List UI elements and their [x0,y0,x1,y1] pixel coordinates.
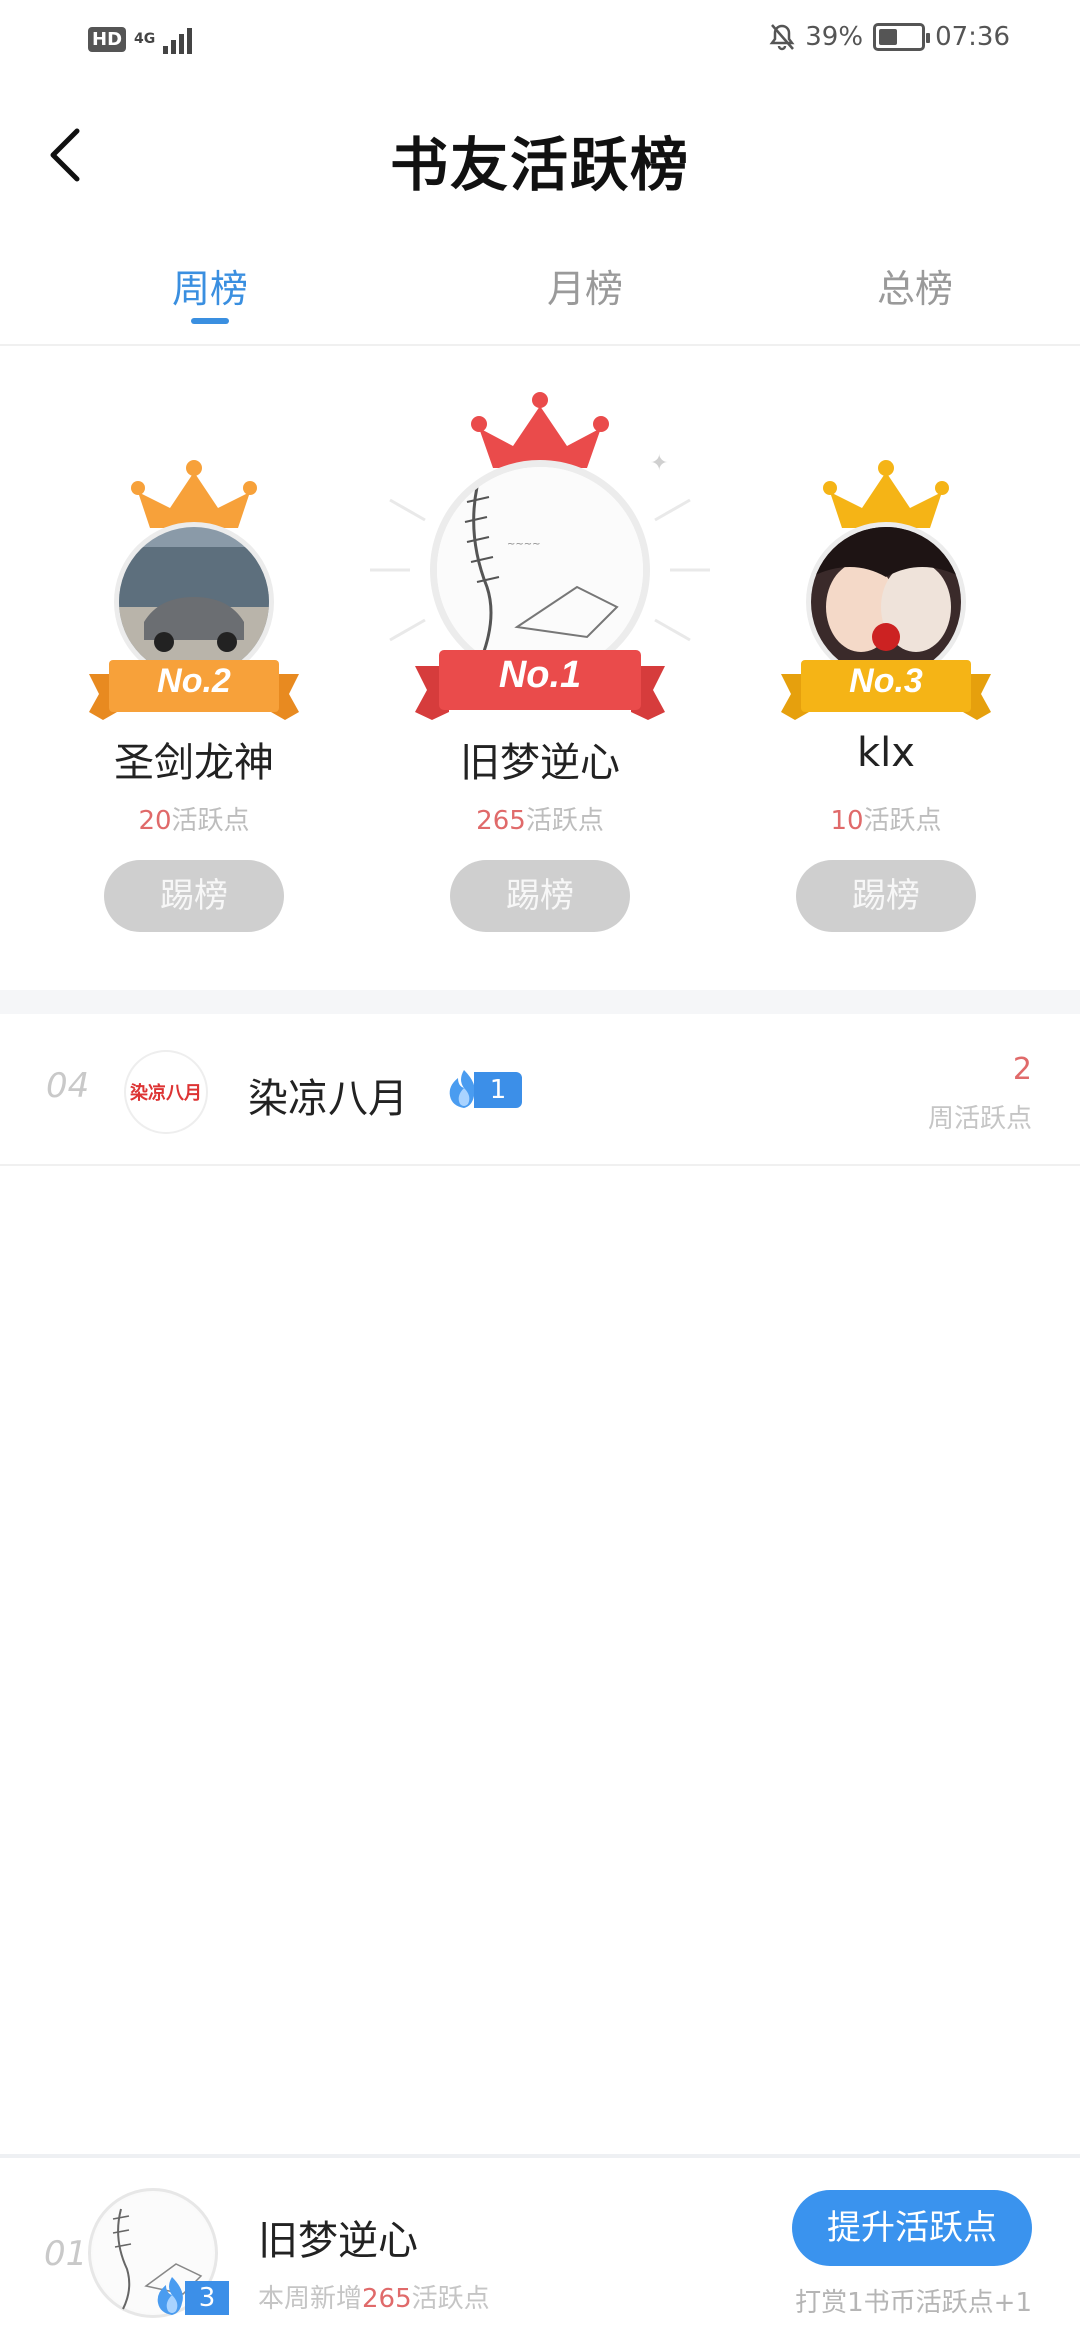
rank-label: No.3 [849,662,923,700]
user-name: 圣剑龙神 [114,740,274,786]
user-name: 旧梦逆心 [460,740,620,786]
network-label: 4G [134,31,156,47]
list-item[interactable]: 04 染凉八月 染凉八月 1 2 周活跃点 [0,1016,1080,1166]
clock: 07:36 [935,22,1010,52]
podium-second: No.2 圣剑龙神 20活跃点 踢榜 [14,380,374,960]
mute-bell-icon [769,24,795,51]
user-name: 旧梦逆心 [258,2218,418,2264]
weekly-increase: 本周新增265活跃点 [258,2278,490,2315]
points-value: 2 [1012,1052,1032,1087]
user-name: klx [857,730,915,776]
my-rank-number: 01 [44,2234,88,2274]
tab-monthly[interactable]: 月榜 [420,250,750,340]
level-badge: 3 [151,2277,231,2315]
sub-prefix: 本周新增 [258,2284,363,2314]
crown-icon [823,460,949,528]
period-tabs: 周榜 月榜 总榜 [0,250,1080,340]
tab-weekly[interactable]: 周榜 [0,250,420,340]
rank-number: 04 [46,1066,90,1106]
points-value: 10 [830,806,864,836]
my-rank-bar: 01 3 旧梦逆心 本周新增265活跃点 提升活跃点 打赏1书币活跃点+1 [0,2154,1080,2340]
crown-icon [131,460,257,528]
points-unit: 活跃点 [171,806,250,836]
podium: No.2 圣剑龙神 20活跃点 踢榜 ✦ ~~~~ No.1 旧梦逆心 265活… [0,380,1080,960]
points-value: 20 [138,806,172,836]
sub-suffix: 活跃点 [411,2284,490,2314]
points-value: 265 [362,2284,412,2314]
battery-percent: 39% [805,22,864,52]
avatar[interactable]: 3 [88,2188,229,2318]
level-value: 1 [474,1072,522,1108]
status-bar: HD 4G 39% 07:36 [0,0,1080,80]
status-left: HD 4G [88,24,193,54]
kick-button[interactable]: 踢榜 [104,860,284,932]
level-value: 3 [185,2281,229,2315]
battery-icon [873,23,931,51]
points-label: 周活跃点 [927,1104,1032,1134]
tab-total[interactable]: 总榜 [750,250,1080,340]
boost-activity-button[interactable]: 提升活跃点 [792,2190,1032,2266]
svg-text:✦: ✦ [650,451,668,476]
kick-button[interactable]: 踢榜 [796,860,976,932]
app-header: 书友活跃榜 [0,100,1080,210]
hd-badge: HD [88,26,127,52]
points-value: 265 [476,806,526,836]
points-unit: 活跃点 [525,806,604,836]
points-text: 265活跃点 [360,800,720,837]
points-text: 10活跃点 [706,800,1066,837]
level-badge: 1 [444,1070,522,1108]
points-unit: 活跃点 [863,806,942,836]
section-gap [0,990,1080,1014]
rank-label: No.2 [157,662,231,700]
signal-icon [163,24,193,54]
divider [0,344,1080,346]
avatar[interactable]: 染凉八月 [124,1050,208,1134]
page-title: 书友活跃榜 [389,131,690,199]
kick-button[interactable]: 踢榜 [450,860,630,932]
podium-third: No.3 klx 10活跃点 踢榜 [706,380,1066,960]
user-name: 染凉八月 [248,1076,408,1122]
podium-first: ✦ ~~~~ No.1 旧梦逆心 265活跃点 踢榜 [360,380,720,960]
svg-text:~~~~: ~~~~ [507,539,541,550]
reward-tip: 打赏1书币活跃点+1 [795,2288,1032,2318]
status-right: 39% 07:36 [769,22,1010,52]
rank-label: No.1 [498,654,582,696]
points-text: 20活跃点 [14,800,374,837]
